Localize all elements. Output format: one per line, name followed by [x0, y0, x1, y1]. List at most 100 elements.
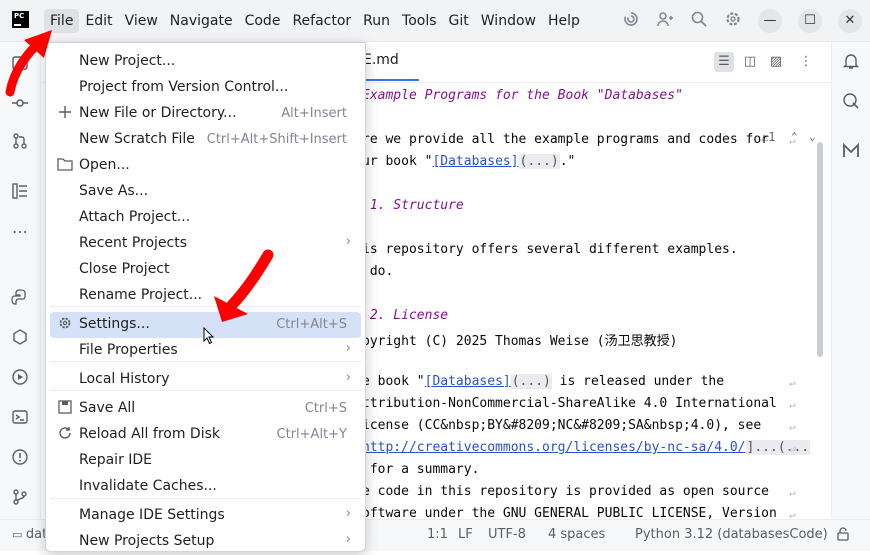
menu-code[interactable]: Code [239, 9, 287, 33]
line-text: ttribution-NonCommercial-ShareAlike 4.0 … [362, 396, 777, 411]
project-icon[interactable] [10, 54, 30, 74]
tab-readme[interactable]: E.md [363, 52, 399, 68]
menu-tools[interactable]: Tools [396, 9, 443, 33]
menu-item-label: New Projects Setup [79, 533, 215, 549]
menu-view[interactable]: View [119, 9, 164, 33]
menu-run[interactable]: Run [357, 9, 396, 33]
menu-item-label: Local History [79, 371, 170, 387]
line-separator[interactable]: LF [458, 527, 473, 542]
close-button[interactable]: ✕ [838, 9, 862, 33]
menu-item-new-project[interactable]: New Project... [50, 49, 361, 75]
indent-setting[interactable]: 4 spaces [548, 527, 605, 542]
menu-item-invalidate-caches[interactable]: Invalidate Caches... [50, 474, 361, 500]
more-actions-icon[interactable]: ⋮ [796, 52, 816, 72]
menu-help[interactable]: Help [542, 9, 586, 33]
preview-only-icon[interactable]: ▨ [766, 52, 786, 72]
python-packages-icon[interactable] [10, 288, 30, 308]
menu-item-recent-projects[interactable]: Recent Projects › [50, 231, 361, 257]
line-text: is released under the [551, 374, 725, 389]
menu-item-save-as[interactable]: Save As... [50, 179, 361, 205]
reload-icon [57, 426, 73, 442]
menu-item-label: New Project... [79, 53, 176, 69]
menu-refactor[interactable]: Refactor [286, 9, 357, 33]
services-icon[interactable] [10, 328, 30, 348]
markdown-link[interactable]: [Databases] [432, 154, 518, 169]
pycharm-logo[interactable]: PC [12, 11, 29, 28]
menu-item-reload-all-from-disk[interactable]: Reload All from Disk Ctrl+Alt+Y [50, 422, 361, 448]
soft-wrap-icon: ↵ [789, 376, 796, 389]
title-toolbar: — ☐ ✕ [614, 0, 870, 42]
menu-item-open[interactable]: Open... [50, 153, 361, 179]
code-line: icense (CC&nbsp;BY&#8209;NC&#8209;SA&nbs… [362, 418, 761, 433]
line-text: icense (CC&nbsp;BY&#8209;NC&#8209;SA&nbs… [362, 418, 762, 433]
maximize-button[interactable]: ☐ [798, 9, 822, 33]
structure-icon[interactable] [10, 182, 30, 202]
markdown-icon[interactable] [841, 142, 861, 162]
run-icon[interactable] [10, 368, 30, 388]
menu-navigate[interactable]: Navigate [164, 9, 239, 33]
folded-region[interactable]: (...) [510, 374, 552, 389]
python-interpreter[interactable]: Python 3.12 (databasesCode) [635, 527, 828, 542]
menu-git[interactable]: Git [443, 9, 475, 33]
menu-item-project-from-version-control[interactable]: Project from Version Control... [50, 75, 361, 101]
editor-only-icon[interactable]: ☰ [714, 52, 734, 72]
scrollbar-thumb[interactable] [817, 142, 823, 357]
menu-item-new-scratch-file[interactable]: New Scratch File Ctrl+Alt+Shift+Insert [50, 127, 361, 153]
menu-window[interactable]: Window [475, 9, 542, 33]
spiral-icon[interactable] [620, 10, 642, 32]
folded-region[interactable]: (...) [518, 154, 560, 169]
gear-icon [57, 316, 73, 332]
split-view-icon[interactable]: ◫ [740, 52, 760, 72]
right-tool-stripe [831, 42, 870, 527]
menu-edit[interactable]: Edit [79, 9, 118, 33]
line-text: pyright (C) 2025 Thomas Weise (汤卫思教授) [362, 334, 678, 349]
menu-item-repair-ide[interactable]: Repair IDE [50, 448, 361, 474]
soft-wrap-icon: ↵ [789, 398, 796, 411]
menu-item-manage-ide-settings[interactable]: Manage IDE Settings › [50, 503, 361, 529]
terminal-icon[interactable] [10, 408, 30, 428]
folded-region[interactable]: ]...(... [745, 440, 811, 455]
project-breadcrumb[interactable]: ▭ dat [12, 527, 47, 542]
markdown-link[interactable]: [Databases] [425, 374, 511, 389]
chevron-down-icon[interactable]: ⌄ [809, 130, 816, 143]
menu-item-label: Save As... [79, 183, 149, 199]
menu-item-label: Manage IDE Settings [79, 507, 225, 523]
caret-position[interactable]: 1:1 [427, 527, 448, 542]
menu-item-label: Open... [79, 157, 130, 173]
commit-icon[interactable] [10, 94, 30, 114]
file-encoding[interactable]: UTF-8 [488, 527, 526, 542]
minimize-button[interactable]: — [758, 9, 782, 33]
line-text: for a summary. [362, 462, 480, 477]
menu-separator [50, 361, 361, 362]
save-icon [57, 400, 73, 416]
lock-icon[interactable] [836, 527, 850, 545]
line-text: do. [362, 264, 394, 279]
code-line: do. [362, 264, 394, 279]
ai-assistant-icon[interactable] [841, 92, 861, 112]
settings-icon[interactable] [722, 10, 744, 32]
problems-icon[interactable] [10, 448, 30, 468]
code-line: ttribution-NonCommercial-ShareAlike 4.0 … [362, 396, 777, 411]
menu-item-new-projects-setup[interactable]: New Projects Setup › [50, 529, 361, 555]
menu-item-new-file-or-directory[interactable]: New File or Directory... Alt+Insert [50, 101, 361, 127]
add-user-icon[interactable] [654, 10, 676, 32]
menu-item-label: Project from Version Control... [79, 79, 289, 95]
git-icon[interactable] [10, 488, 30, 508]
menu-item-label: Attach Project... [79, 209, 191, 225]
shortcut-hint: Ctrl+Alt+Shift+Insert [206, 132, 347, 147]
notifications-icon[interactable] [841, 52, 861, 72]
menu-item-close-project[interactable]: Close Project [50, 257, 361, 283]
menu-file[interactable]: File [44, 9, 80, 33]
pull-requests-icon[interactable] [10, 132, 30, 152]
url-link[interactable]: http://creativecommons.org/licenses/by-n… [362, 440, 746, 455]
code-line: e book "[Databases](...) is released und… [362, 374, 724, 389]
more-icon[interactable]: ⋯ [10, 222, 30, 242]
code-line: Example Programs for the Book "Databases… [362, 88, 683, 103]
menu-item-label: Invalidate Caches... [79, 478, 217, 494]
menu-item-save-all[interactable]: Save All Ctrl+S [50, 396, 361, 422]
search-icon[interactable] [688, 10, 710, 32]
soft-wrap-icon: ↵ [789, 420, 796, 433]
soft-wrap-icon: ↵ [789, 486, 796, 499]
menu-item-attach-project[interactable]: Attach Project... [50, 205, 361, 231]
code-line: 2. License [362, 308, 448, 323]
